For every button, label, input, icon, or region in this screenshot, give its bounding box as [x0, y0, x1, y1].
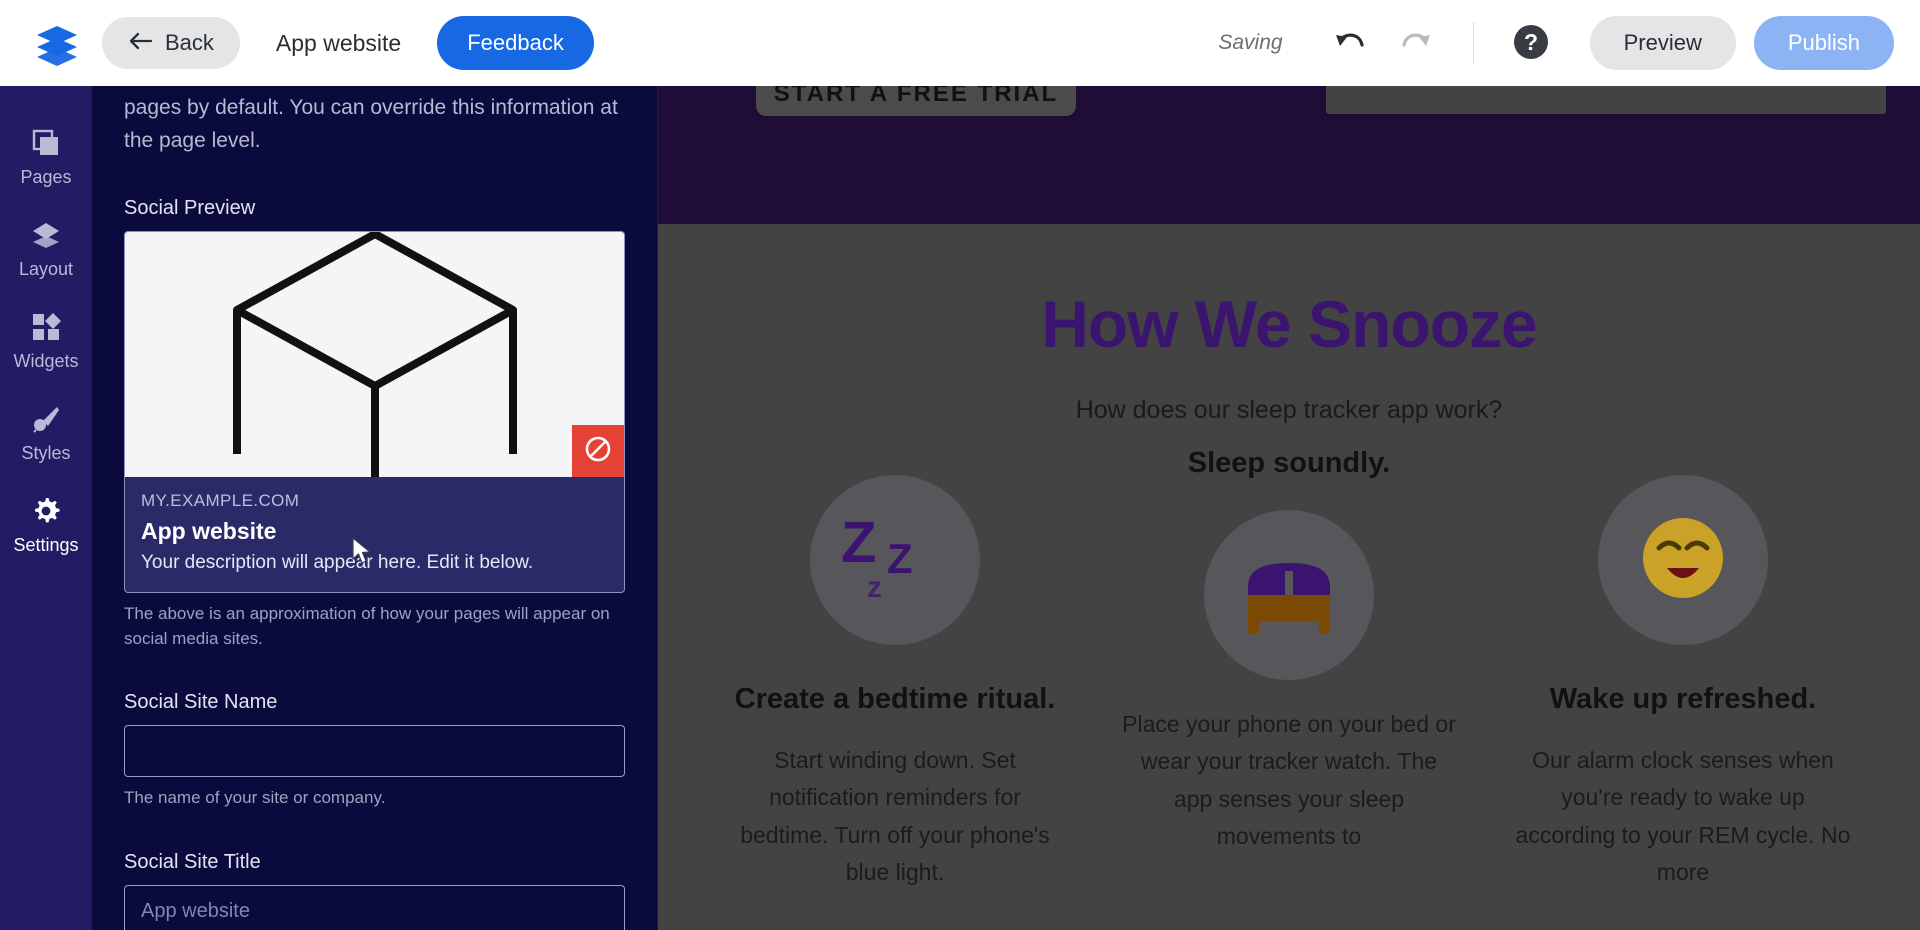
- social-preview-description: Your description will appear here. Edit …: [141, 552, 534, 574]
- feature-card-title: Create a bedtime ritual.: [734, 683, 1056, 715]
- sidebar-item-widgets[interactable]: Widgets: [0, 298, 92, 390]
- bed-icon: [1234, 547, 1344, 644]
- social-site-title-input[interactable]: [124, 885, 625, 930]
- page-title: App website: [275, 29, 402, 56]
- widgets-icon: [31, 312, 61, 342]
- saving-status: Saving: [1218, 31, 1283, 54]
- hero-secondary-block: [1326, 86, 1886, 114]
- feedback-button[interactable]: Feedback: [437, 16, 594, 70]
- feature-icon-circle: [1204, 510, 1374, 680]
- sidebar-item-styles-label: Styles: [21, 443, 71, 463]
- svg-text:?: ?: [1524, 29, 1538, 55]
- feature-card-row: ZZz Create a bedtime ritual. Start windi…: [698, 447, 1880, 891]
- sidebar-item-widgets-label: Widgets: [13, 351, 79, 371]
- preview-button[interactable]: Preview: [1589, 16, 1736, 70]
- feature-icon-circle: [1598, 475, 1768, 645]
- redo-icon: [1399, 28, 1433, 59]
- settings-panel-content: pages by default. You can override this …: [92, 86, 657, 930]
- social-site-name-label: Social Site Name: [124, 691, 278, 714]
- smiling-face-icon: [1633, 508, 1733, 613]
- help-button[interactable]: ?: [1508, 20, 1554, 66]
- site-subheadline: How does our sleep tracker app work?: [1075, 396, 1503, 424]
- social-site-name-input[interactable]: [124, 725, 625, 778]
- sidebar-item-layout-label: Layout: [18, 259, 74, 279]
- sidebar-item-layout[interactable]: Layout: [0, 206, 92, 298]
- cube-outline-icon: [225, 232, 525, 478]
- feature-card: Wake up refreshed. Our alarm clock sense…: [1486, 475, 1880, 891]
- start-free-trial-button[interactable]: START A FREE TRIAL: [756, 86, 1076, 116]
- paintbrush-icon: [31, 404, 61, 434]
- left-nav-rail: Pages Layout Widgets Styles Settings: [0, 86, 92, 930]
- site-preview-viewport[interactable]: START A FREE TRIAL How We Snooze How doe…: [658, 86, 1920, 930]
- toolbar-divider: [1472, 22, 1474, 64]
- layers-logo-icon[interactable]: [34, 20, 80, 66]
- social-preview-card[interactable]: MY.EXAMPLE.COM App website Your descript…: [124, 231, 625, 594]
- undo-button[interactable]: [1327, 20, 1373, 66]
- feature-card-text: Place your phone on your bed or wear you…: [1122, 711, 1456, 849]
- site-hero-section: START A FREE TRIAL: [658, 86, 1920, 224]
- feature-card: ZZz Create a bedtime ritual. Start windi…: [698, 475, 1092, 891]
- seo-intro-text: pages by default. You can override this …: [124, 96, 618, 152]
- sidebar-item-settings[interactable]: Settings: [0, 482, 92, 574]
- toolbar-right-group: Saving ? Preview Publish: [1218, 16, 1894, 70]
- feature-card-text: Start winding down. Set notification rem…: [740, 747, 1050, 885]
- gear-icon: [31, 496, 61, 526]
- pages-icon: [31, 128, 61, 158]
- sidebar-item-styles[interactable]: Styles: [0, 390, 92, 482]
- site-body-section: How We Snooze How does our sleep tracker…: [658, 224, 1920, 930]
- social-preview-helper: The above is an approximation of how you…: [124, 604, 610, 648]
- settings-panel: pages by default. You can override this …: [92, 86, 658, 930]
- sidebar-item-pages[interactable]: Pages: [0, 114, 92, 206]
- social-preview-image: [125, 232, 624, 478]
- social-site-title-label: Social Site Title: [124, 851, 261, 874]
- sidebar-item-pages-label: Pages: [20, 167, 72, 187]
- undo-icon: [1333, 28, 1367, 59]
- layers-icon: [31, 220, 61, 250]
- social-preview-domain: MY.EXAMPLE.COM: [141, 491, 300, 511]
- top-toolbar: Back App website Feedback Saving ? Previ…: [0, 0, 1920, 86]
- site-headline: How We Snooze: [1041, 287, 1537, 361]
- social-preview-title: App website: [141, 518, 277, 545]
- feature-card-title: Sleep soundly.: [1187, 447, 1391, 479]
- feature-card-title: Wake up refreshed.: [1549, 683, 1817, 715]
- back-button[interactable]: Back: [102, 17, 240, 69]
- arrow-left-icon: [128, 31, 153, 56]
- social-preview-meta: MY.EXAMPLE.COM App website Your descript…: [125, 477, 624, 592]
- sidebar-item-settings-label: Settings: [13, 535, 79, 555]
- feature-card-text: Our alarm clock senses when you're ready…: [1515, 747, 1851, 885]
- publish-button[interactable]: Publish: [1753, 16, 1894, 70]
- redo-button[interactable]: [1393, 20, 1439, 66]
- no-image-badge[interactable]: [572, 425, 624, 478]
- feature-card: Sleep soundly. Place your phone on your …: [1092, 447, 1486, 891]
- back-button-label: Back: [165, 30, 214, 55]
- zzz-icon: ZZz: [841, 510, 913, 604]
- social-preview-label: Social Preview: [124, 197, 256, 220]
- question-mark-circle-icon: ?: [1511, 22, 1551, 65]
- social-site-name-helper: The name of your site or company.: [124, 788, 386, 808]
- feature-icon-circle: ZZz: [810, 475, 980, 645]
- no-entry-icon: [583, 434, 613, 469]
